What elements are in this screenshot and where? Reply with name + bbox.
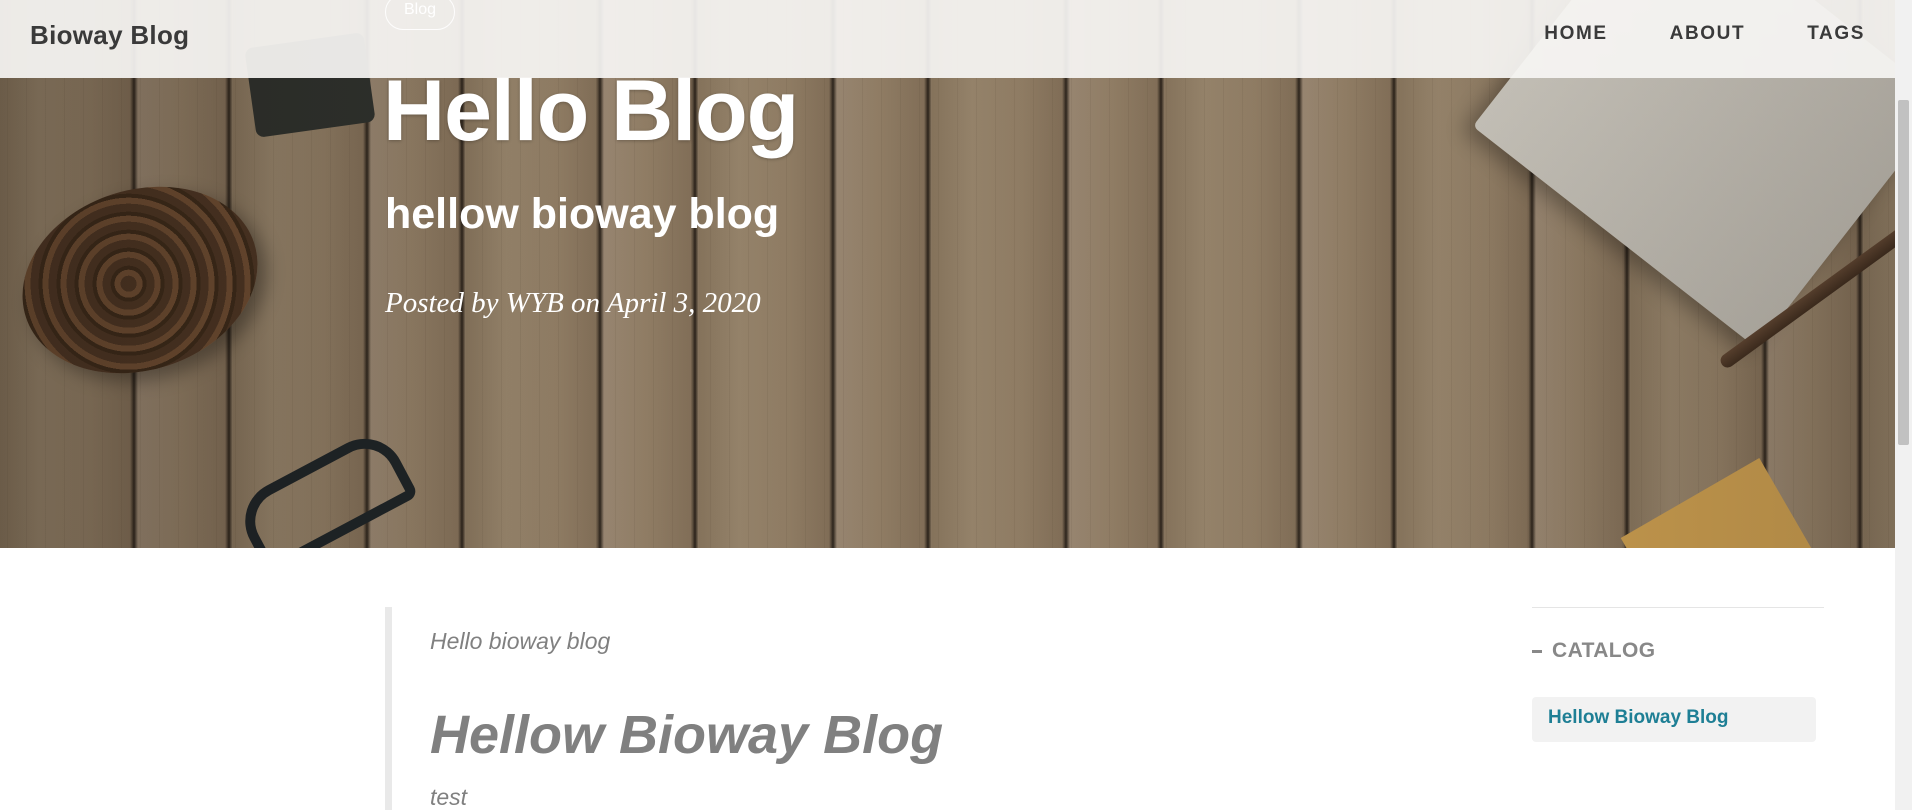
article-quote: Hello bioway blog [430, 628, 611, 654]
scrollbar-thumb[interactable] [1898, 100, 1909, 445]
catalog-divider [1532, 607, 1824, 608]
tag-blog-link[interactable]: Blog [385, 0, 456, 30]
nav-links: HOME ABOUT TAGS [1482, 23, 1865, 45]
minus-icon [1532, 650, 1542, 653]
catalog-item-hellow-bioway-blog[interactable]: Hellow Bioway Blog [1532, 697, 1816, 742]
hero-banner: Hello Blog hellow bioway blog Posted by … [0, 0, 1895, 548]
catalog-sidebar: CATALOG Hellow Bioway Blog [1532, 607, 1824, 742]
post-subtitle: hellow bioway blog [385, 190, 780, 238]
article-heading: Hellow Bioway Blog [430, 705, 944, 765]
brand-link[interactable]: Bioway Blog [30, 20, 189, 51]
page-scrollbar[interactable] [1895, 0, 1912, 810]
top-navbar: Bioway Blog HOME ABOUT TAGS [0, 0, 1895, 78]
article-text: test [430, 784, 468, 810]
nav-about-link[interactable]: ABOUT [1670, 23, 1746, 45]
post-meta: Posted by WYB on April 3, 2020 [385, 287, 761, 319]
catalog-title: CATALOG [1552, 639, 1656, 662]
article-body: Hello bioway blog Hellow Bioway Blog tes… [385, 607, 1485, 810]
catalog-toggle[interactable]: CATALOG [1532, 639, 1824, 663]
nav-home-link[interactable]: HOME [1544, 23, 1607, 45]
hero-overlay [0, 0, 1895, 548]
nav-tags-link[interactable]: TAGS [1807, 23, 1865, 45]
